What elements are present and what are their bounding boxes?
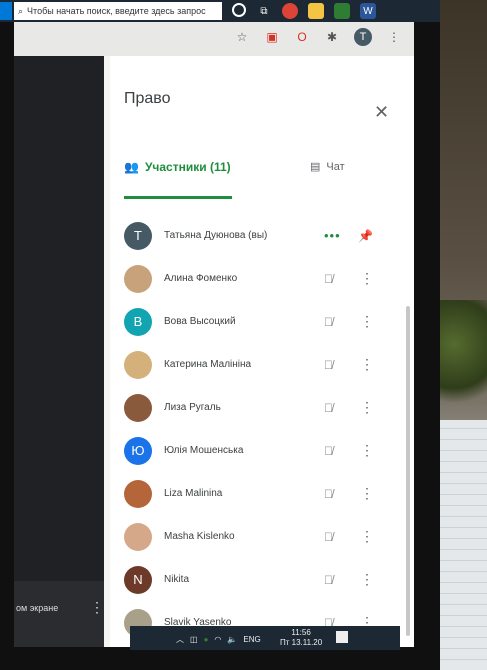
wifi-icon[interactable]: ◠ <box>214 635 221 644</box>
participant-name: Алина Фоменко <box>164 273 238 284</box>
mic-off-icon: 🎙̸ <box>324 443 333 458</box>
active-tab-indicator <box>124 196 232 199</box>
background-plant <box>440 300 487 410</box>
file-explorer-icon[interactable] <box>308 3 324 19</box>
tab-chat-label: Чат <box>326 160 345 173</box>
clock-date: Пт 13.11.20 <box>280 638 323 647</box>
participant-name: Юлія Мошенська <box>164 445 244 456</box>
avatar <box>124 264 152 293</box>
screen: ☆ ▣ O ✱ T ⋮ ом экране ⋮ Право ✕ 👥 Участн… <box>14 22 414 647</box>
participant-row[interactable]: Лиза Ругаль 🎙̸ ⋮ <box>124 386 384 429</box>
search-icon: ⌕ <box>18 5 24 16</box>
participant-name: Masha Kislenko <box>164 531 235 542</box>
mic-off-icon: 🎙̸ <box>324 486 333 501</box>
pin-icon[interactable]: 📌 <box>358 229 373 243</box>
presentation-strip: ом экране ⋮ <box>14 581 104 647</box>
more-options-icon[interactable]: ⋮ <box>360 313 374 330</box>
task-view-icon[interactable]: ⧉ <box>256 3 272 19</box>
browser-toolbar-icons: ☆ ▣ O ✱ T ⋮ <box>234 28 402 46</box>
participant-row[interactable]: T Татьяна Дуюнова (вы) ••• 📌 <box>124 214 384 257</box>
participant-list: T Татьяна Дуюнова (вы) ••• 📌 Алина Фоменко 🎙̸… <box>124 214 384 647</box>
more-options-icon[interactable]: ⋮ <box>360 571 374 588</box>
more-options-icon[interactable]: ⋮ <box>90 599 104 616</box>
tray-chevron-icon[interactable]: ︿ <box>176 634 184 645</box>
mic-off-icon: 🎙̸ <box>324 314 333 329</box>
monitor-bezel: ⌕ Чтобы начать поиск, введите здесь запр… <box>0 0 440 670</box>
search-placeholder: Чтобы начать поиск, введите здесь запрос <box>27 6 206 16</box>
language-indicator[interactable]: ENG <box>243 635 260 644</box>
avatar <box>124 522 152 551</box>
avatar: В <box>124 307 152 336</box>
taskbar-icons: ⧉ W <box>232 3 376 19</box>
volume-icon[interactable]: 🔈 <box>227 635 237 644</box>
system-tray: ︿ ◫ ● ◠ 🔈 ENG <box>176 634 261 645</box>
more-options-icon[interactable]: ⋮ <box>360 485 374 502</box>
participant-name: Вова Высоцкий <box>164 316 236 327</box>
participants-panel: Право ✕ 👥 Участники (11) ▤ Чат T Татьяна … <box>110 56 414 647</box>
mic-off-icon: 🎙̸ <box>324 400 333 415</box>
mic-off-icon: 🎙̸ <box>324 271 333 286</box>
scrollbar[interactable] <box>406 306 410 636</box>
participant-name: Liza Malinina <box>164 488 223 499</box>
participant-name: Татьяна Дуюнова (вы) <box>164 230 268 241</box>
mic-off-icon: 🎙̸ <box>324 529 333 544</box>
tab-participants-label: Участники (11) <box>144 160 231 174</box>
more-options-icon[interactable]: ⋮ <box>360 399 374 416</box>
tab-participants[interactable]: 👥 Участники (11) <box>124 160 231 174</box>
mic-off-icon: 🎙̸ <box>324 357 333 372</box>
avatar <box>124 350 152 379</box>
word-icon[interactable]: W <box>360 3 376 19</box>
windows-taskbar-bottom: ︿ ◫ ● ◠ 🔈 ENG 11:56 Пт 13.11.20 <box>130 626 400 650</box>
speaking-indicator-icon: ••• <box>324 228 341 243</box>
participant-row[interactable]: N Nikita 🎙̸ ⋮ <box>124 558 384 601</box>
chat-icon: ▤ <box>310 161 321 173</box>
participant-name: Nikita <box>164 574 190 585</box>
participant-row[interactable]: Ю Юлія Мошенська 🎙̸ ⋮ <box>124 429 384 472</box>
clock[interactable]: 11:56 Пт 13.11.20 <box>280 628 322 648</box>
menu-icon[interactable]: ⋮ <box>386 29 402 45</box>
calculator-icon[interactable] <box>334 3 350 19</box>
participant-row[interactable]: В Вова Высоцкий 🎙̸ ⋮ <box>124 300 384 343</box>
more-options-icon[interactable]: ⋮ <box>360 356 374 373</box>
chrome-icon[interactable] <box>282 3 298 19</box>
windows-start-icon[interactable] <box>0 2 12 20</box>
extensions-icon[interactable]: ✱ <box>324 29 340 45</box>
browser-toolbar: ☆ ▣ O ✱ T ⋮ <box>14 22 414 56</box>
avatar: N <box>124 565 152 594</box>
clock-time: 11:56 <box>291 628 311 637</box>
profile-avatar[interactable]: T <box>354 28 372 46</box>
close-icon[interactable]: ✕ <box>374 102 389 123</box>
avatar <box>124 393 152 422</box>
opera-icon[interactable]: O <box>294 29 310 45</box>
more-options-icon[interactable]: ⋮ <box>360 442 374 459</box>
shield-icon[interactable]: ● <box>204 635 209 644</box>
cortana-icon[interactable] <box>232 3 246 17</box>
avatar: T <box>124 221 152 250</box>
participant-name: Катерина Малініна <box>164 359 252 370</box>
tab-chat[interactable]: ▤ Чат <box>310 160 345 174</box>
participant-row[interactable]: Алина Фоменко 🎙̸ ⋮ <box>124 257 384 300</box>
participant-name: Лиза Ругаль <box>164 402 221 413</box>
windows-search-box[interactable]: ⌕ Чтобы начать поиск, введите здесь запр… <box>14 2 222 20</box>
video-area <box>14 56 104 581</box>
panel-title: Право <box>124 90 171 107</box>
cast-icon[interactable]: ▣ <box>264 29 280 45</box>
notification-center-icon[interactable] <box>336 631 348 643</box>
strip-label: ом экране <box>16 603 59 613</box>
people-icon: 👥 <box>124 160 139 174</box>
panel-tabs: 👥 Участники (11) ▤ Чат <box>124 160 374 199</box>
avatar <box>124 479 152 508</box>
bookmark-star-icon[interactable]: ☆ <box>234 29 250 45</box>
avatar: Ю <box>124 436 152 465</box>
participant-row[interactable]: Masha Kislenko 🎙̸ ⋮ <box>124 515 384 558</box>
participant-row[interactable]: Катерина Малініна 🎙̸ ⋮ <box>124 343 384 386</box>
windows-taskbar-top: ⌕ Чтобы начать поиск, введите здесь запр… <box>0 0 440 22</box>
more-options-icon[interactable]: ⋮ <box>360 270 374 287</box>
participant-row[interactable]: Liza Malinina 🎙̸ ⋮ <box>124 472 384 515</box>
more-options-icon[interactable]: ⋮ <box>360 528 374 545</box>
mic-off-icon: 🎙̸ <box>324 572 333 587</box>
network-icon[interactable]: ◫ <box>190 635 198 644</box>
